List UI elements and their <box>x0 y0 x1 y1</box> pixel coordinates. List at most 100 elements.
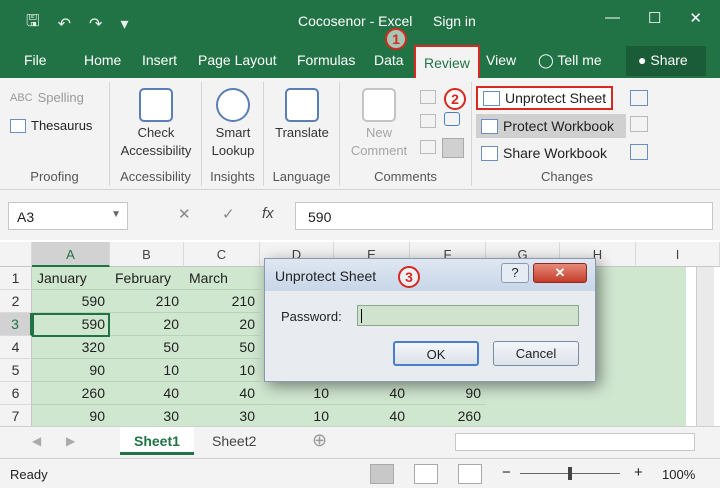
customize-qat-button[interactable]: ▾ <box>120 14 128 34</box>
cell-f7[interactable]: 260 <box>410 405 486 426</box>
scroll-tabs-left-icon[interactable]: ◀ <box>32 434 41 448</box>
zoom-out-button[interactable]: − <box>502 464 511 481</box>
protect-share-workbook-icon[interactable] <box>630 90 648 106</box>
share-button[interactable]: ● Share <box>626 46 706 76</box>
select-all-corner[interactable] <box>0 242 32 267</box>
row-header-2[interactable]: 2 <box>0 290 32 313</box>
cell-c4[interactable]: 50 <box>184 336 260 359</box>
sheet-tab-sheet2[interactable]: Sheet2 <box>198 427 270 455</box>
cell-a1[interactable]: January <box>32 267 110 290</box>
cell-b1[interactable]: February <box>110 267 184 290</box>
zoom-level[interactable]: 100% <box>662 467 695 482</box>
allow-edit-ranges-icon[interactable] <box>630 116 648 132</box>
tab-insert[interactable]: Insert <box>142 52 177 68</box>
tell-me-search[interactable]: ◯ Tell me <box>538 52 602 69</box>
cell-a4[interactable]: 320 <box>32 336 110 359</box>
cell-c1[interactable]: March <box>184 267 260 290</box>
sheet-tab-sheet1[interactable]: Sheet1 <box>120 427 194 455</box>
row-header-7[interactable]: 7 <box>0 405 32 426</box>
row-header-3[interactable]: 3 <box>0 313 32 336</box>
enter-entry-icon[interactable]: ✓ <box>222 205 235 223</box>
cell-c6[interactable]: 40 <box>184 382 260 405</box>
add-sheet-icon[interactable]: ⊕ <box>312 430 327 451</box>
row-header-4[interactable]: 4 <box>0 336 32 359</box>
cell-d6[interactable]: 10 <box>260 382 334 405</box>
save-icon[interactable]: 🖫 <box>26 10 40 37</box>
tab-page-layout[interactable]: Page Layout <box>198 52 277 68</box>
column-header-b[interactable]: B <box>110 242 184 267</box>
normal-view-icon[interactable] <box>370 464 394 484</box>
row-header-6[interactable]: 6 <box>0 382 32 405</box>
row-header-1[interactable]: 1 <box>0 267 32 290</box>
show-ink-icon[interactable] <box>442 138 464 158</box>
cell-a2[interactable]: 590 <box>32 290 110 313</box>
restore-button[interactable]: ☐ <box>648 9 661 27</box>
column-header-a[interactable]: A <box>32 242 110 267</box>
previous-comment-icon[interactable] <box>420 90 436 104</box>
dialog-close-button[interactable]: ✕ <box>533 263 587 283</box>
cell-a5[interactable]: 90 <box>32 359 110 382</box>
share-workbook-button[interactable]: Share Workbook <box>476 141 612 165</box>
translate-button[interactable]: Translate <box>268 88 336 142</box>
page-layout-view-icon[interactable] <box>414 464 438 484</box>
spelling-button[interactable]: ABC Spelling <box>10 90 84 105</box>
tab-view[interactable]: View <box>486 52 516 68</box>
cell-c3[interactable]: 20 <box>184 313 260 336</box>
next-comment-icon[interactable] <box>420 114 436 128</box>
row-header-5[interactable]: 5 <box>0 359 32 382</box>
vertical-scrollbar[interactable] <box>696 267 714 426</box>
smart-lookup-button[interactable]: Smart Lookup <box>206 88 260 160</box>
cell-a7[interactable]: 90 <box>32 405 110 426</box>
cancel-entry-icon[interactable]: ✕ <box>178 205 191 223</box>
insert-function-icon[interactable]: fx <box>262 205 274 222</box>
check-accessibility-button[interactable]: Check Accessibility <box>116 88 196 160</box>
cell-b3[interactable]: 20 <box>110 313 184 336</box>
show-comments-icon[interactable] <box>444 112 460 126</box>
tab-home[interactable]: Home <box>84 52 121 68</box>
name-box[interactable]: A3 ▼ <box>8 202 128 230</box>
column-header-c[interactable]: C <box>184 242 260 267</box>
thesaurus-button[interactable]: Thesaurus <box>10 118 92 133</box>
tab-data[interactable]: Data <box>374 52 404 68</box>
cell-c7[interactable]: 30 <box>184 405 260 426</box>
cell-b4[interactable]: 50 <box>110 336 184 359</box>
track-changes-icon[interactable] <box>630 144 648 160</box>
undo-icon[interactable]: ↶ <box>58 14 71 34</box>
minimize-button[interactable]: — <box>605 9 620 27</box>
page-break-view-icon[interactable] <box>458 464 482 484</box>
zoom-slider-thumb[interactable] <box>568 467 572 480</box>
cell-e6[interactable]: 40 <box>334 382 410 405</box>
ok-button[interactable]: OK <box>393 341 479 366</box>
cell-c2[interactable]: 210 <box>184 290 260 313</box>
cell-a6[interactable]: 260 <box>32 382 110 405</box>
unprotect-sheet-button[interactable]: Unprotect Sheet <box>476 86 614 110</box>
help-button[interactable]: ? <box>501 263 529 283</box>
zoom-in-button[interactable]: + <box>634 464 643 481</box>
chevron-down-icon[interactable]: ▼ <box>111 209 121 220</box>
cell-b7[interactable]: 30 <box>110 405 184 426</box>
cell-e7[interactable]: 40 <box>334 405 410 426</box>
delete-comment-icon[interactable] <box>420 140 436 154</box>
window-title: Cocosenor - Excel <box>298 13 413 29</box>
scroll-tabs-right-icon[interactable]: ▶ <box>66 434 75 448</box>
cell-b5[interactable]: 10 <box>110 359 184 382</box>
redo-icon[interactable]: ↷ <box>89 14 102 34</box>
close-button[interactable]: ✕ <box>689 9 702 27</box>
new-comment-button[interactable]: New Comment <box>344 88 414 160</box>
formula-input[interactable]: 590 <box>295 202 713 230</box>
password-field[interactable] <box>357 305 579 326</box>
tab-file[interactable]: File <box>24 52 47 68</box>
cell-f6[interactable]: 90 <box>410 382 486 405</box>
cell-c5[interactable]: 10 <box>184 359 260 382</box>
cell-d7[interactable]: 10 <box>260 405 334 426</box>
tab-formulas[interactable]: Formulas <box>297 52 355 68</box>
cell-b6[interactable]: 40 <box>110 382 184 405</box>
tab-review[interactable]: Review <box>414 45 480 78</box>
cancel-button[interactable]: Cancel <box>493 341 579 366</box>
sign-in-link[interactable]: Sign in <box>433 13 476 29</box>
horizontal-scrollbar[interactable] <box>455 433 695 451</box>
dialog-title-bar[interactable]: Unprotect Sheet ? ✕ <box>265 259 595 291</box>
protect-workbook-button[interactable]: Protect Workbook <box>476 114 626 138</box>
column-header-i[interactable]: I <box>636 242 720 267</box>
cell-b2[interactable]: 210 <box>110 290 184 313</box>
